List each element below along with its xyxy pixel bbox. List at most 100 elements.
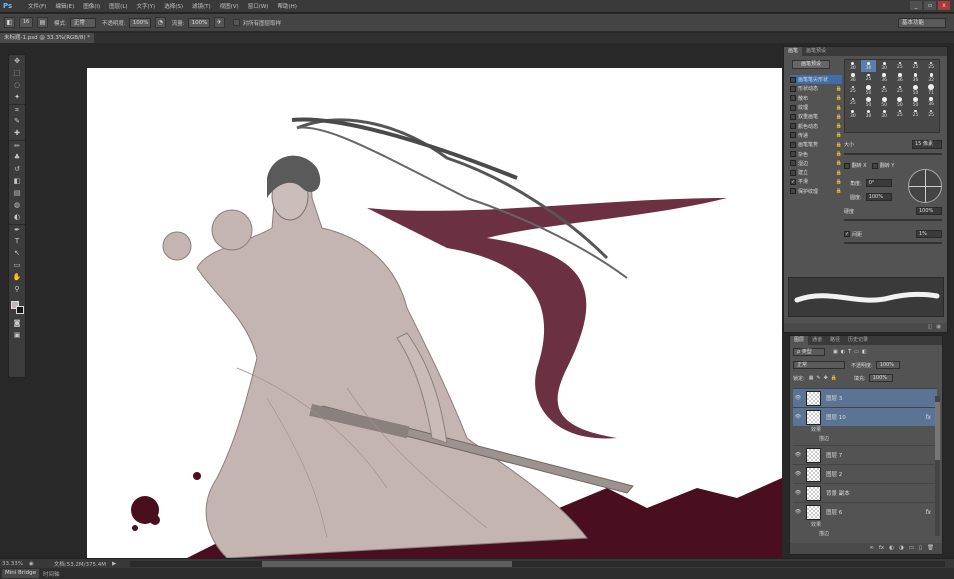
lock-icon[interactable]: 🔒 (836, 170, 842, 176)
brush-tip[interactable]: 50 (861, 96, 877, 108)
menu-item-9[interactable]: 帮助(H) (277, 2, 296, 10)
shape-icon[interactable]: ▭ (9, 260, 25, 271)
layer-effects-label[interactable]: 效果 (811, 521, 937, 530)
menu-item-8[interactable]: 窗口(W) (248, 2, 269, 10)
lock-icon[interactable]: 🔒 (836, 188, 842, 194)
layer-row[interactable]: 👁 图层 10 fx (793, 407, 937, 426)
brush-tip[interactable]: 30 (876, 108, 892, 120)
fill-input[interactable]: 100% (868, 374, 893, 382)
add-style-icon[interactable]: fx (879, 543, 884, 554)
menu-item-5[interactable]: 选择(S) (164, 2, 183, 10)
layer-row[interactable]: 👁 图层 2 (793, 464, 937, 483)
spacing-checkbox[interactable]: ✓ (844, 231, 850, 237)
layer-row[interactable]: 👁 图层 3 (793, 388, 937, 407)
brush-presets-button[interactable]: 画笔预设 (792, 60, 830, 69)
brush-tip[interactable]: 25 (908, 60, 924, 72)
brush-tip[interactable]: 25 (861, 72, 877, 84)
brush-option-row[interactable]: 湿边 🔒 (790, 159, 842, 168)
brush-tip[interactable]: 36 (876, 72, 892, 84)
brush-tip[interactable]: 30 (845, 60, 861, 72)
layer-effect-item[interactable]: 描边 (819, 530, 937, 539)
eraser-preset-icon[interactable]: ◧ (4, 17, 15, 28)
brush-picker-button[interactable]: 16 (19, 17, 33, 28)
brush-tip[interactable]: 30 (860, 60, 877, 72)
lock-icon[interactable]: 🔒 (836, 151, 842, 157)
layer-name[interactable]: 图层 10 (826, 413, 846, 421)
delete-layer-icon[interactable]: 🗑 (927, 543, 934, 554)
type-icon[interactable]: T (9, 236, 25, 247)
path-select-icon[interactable]: ↖ (9, 248, 25, 259)
menu-item-6[interactable]: 滤镜(T) (192, 2, 211, 10)
brush-icon[interactable]: ✏ (9, 140, 25, 151)
layer-row[interactable]: 👁 图层 7 (793, 445, 937, 464)
brush-tip[interactable]: 25 (892, 108, 908, 120)
opacity-input[interactable]: 100% (128, 17, 151, 28)
lock-icon[interactable]: 🔒 (836, 142, 842, 148)
layer-effects-label[interactable]: 效果 (811, 426, 937, 435)
mini-bridge-tab[interactable]: Mini Bridge (2, 569, 39, 578)
lock-icon[interactable]: 🔒 (836, 160, 842, 166)
visibility-eye-icon[interactable]: 👁 (793, 490, 803, 496)
brush-option-row[interactable]: 建立 🔒 (790, 168, 842, 177)
brush-option-row[interactable]: 形状动态 🔒 (790, 84, 842, 93)
quick-select-icon[interactable]: ✦ (9, 92, 25, 103)
toggle-preview-icon[interactable]: ◫ (928, 323, 933, 332)
brush-tip[interactable]: 25 (892, 84, 908, 96)
flow-input[interactable]: 100% (187, 17, 210, 28)
gradient-icon[interactable]: ▤ (9, 188, 25, 199)
brush-tip[interactable]: 50 (892, 96, 908, 108)
brush-option-checkbox[interactable] (790, 95, 796, 102)
brush-option-checkbox[interactable] (790, 169, 796, 176)
hand-icon[interactable]: ✋ (9, 272, 25, 283)
brush-option-checkbox[interactable] (790, 85, 796, 92)
timeline-tab[interactable]: 时间轴 (43, 570, 60, 578)
screen-mode-icon[interactable]: ▣ (9, 330, 25, 341)
tab-history[interactable]: 历史记录 (844, 336, 872, 345)
lock-icon[interactable]: 🔒 (836, 123, 842, 129)
menu-item-4[interactable]: 文字(Y) (137, 2, 156, 10)
layer-name[interactable]: 图层 7 (826, 451, 842, 459)
new-group-icon[interactable]: ▭ (909, 543, 914, 554)
size-input[interactable]: 15 像素 (912, 139, 942, 149)
dodge-icon[interactable]: ◐ (9, 212, 25, 223)
history-brush-icon[interactable]: ↺ (9, 164, 25, 175)
link-layers-icon[interactable]: ∞ (869, 543, 874, 554)
brush-tip[interactable]: 36 (908, 72, 924, 84)
tab-brush[interactable]: 画笔 (784, 47, 803, 56)
visibility-eye-icon[interactable]: 👁 (793, 452, 803, 458)
lock-icon[interactable]: 🔒 (836, 132, 842, 138)
visibility-eye-icon[interactable]: 👁 (793, 414, 803, 420)
brush-tip[interactable]: 25 (923, 108, 939, 120)
stamp-icon[interactable]: ♣ (9, 152, 25, 163)
brush-option-row[interactable]: 双重画笔 🔒 (790, 112, 842, 121)
tab-brush-presets[interactable]: 画笔预设 (802, 47, 830, 56)
menu-item-7[interactable]: 视图(V) (220, 2, 239, 10)
menu-item-3[interactable]: 图层(L) (109, 2, 127, 10)
brush-option-row[interactable]: 画笔笔尖形状 (790, 75, 842, 85)
brush-tip[interactable]: 36 (892, 72, 908, 84)
layer-effect-item[interactable]: 描边 (819, 435, 937, 444)
flip-x-checkbox[interactable] (844, 162, 850, 169)
filter-icons[interactable]: ▣◐T▭◧ (833, 349, 870, 355)
eraser-icon[interactable]: ◧ (9, 176, 25, 187)
zoom-icon[interactable]: ⚲ (9, 284, 25, 295)
brush-tip[interactable]: 25 (845, 96, 861, 108)
brush-option-checkbox[interactable] (790, 104, 796, 111)
move-icon[interactable]: ✥ (9, 56, 25, 67)
brush-tip[interactable]: 36 (923, 96, 939, 108)
brush-option-row[interactable]: 颜色动态 🔒 (790, 121, 842, 130)
brush-tip[interactable]: 25 (892, 60, 908, 72)
brush-tip[interactable]: 25 (845, 84, 861, 96)
lock-icons[interactable]: ▦✎✥🔒 (809, 375, 840, 381)
brush-tip[interactable]: 36 (845, 72, 861, 84)
healing-icon[interactable]: ✚ (9, 128, 25, 139)
lock-icon[interactable]: 🔒 (836, 179, 842, 185)
layer-name[interactable]: 图层 6 (826, 508, 842, 516)
layers-scroll-thumb[interactable] (935, 402, 940, 460)
new-layer-icon[interactable]: ▯ (919, 543, 922, 554)
brush-tip[interactable]: 25 (908, 108, 924, 120)
flip-y-checkbox[interactable] (872, 162, 879, 169)
layer-name[interactable]: 背景 副本 (826, 489, 850, 497)
brush-option-checkbox[interactable] (790, 141, 796, 148)
brush-tip[interactable]: 25 (876, 84, 892, 96)
